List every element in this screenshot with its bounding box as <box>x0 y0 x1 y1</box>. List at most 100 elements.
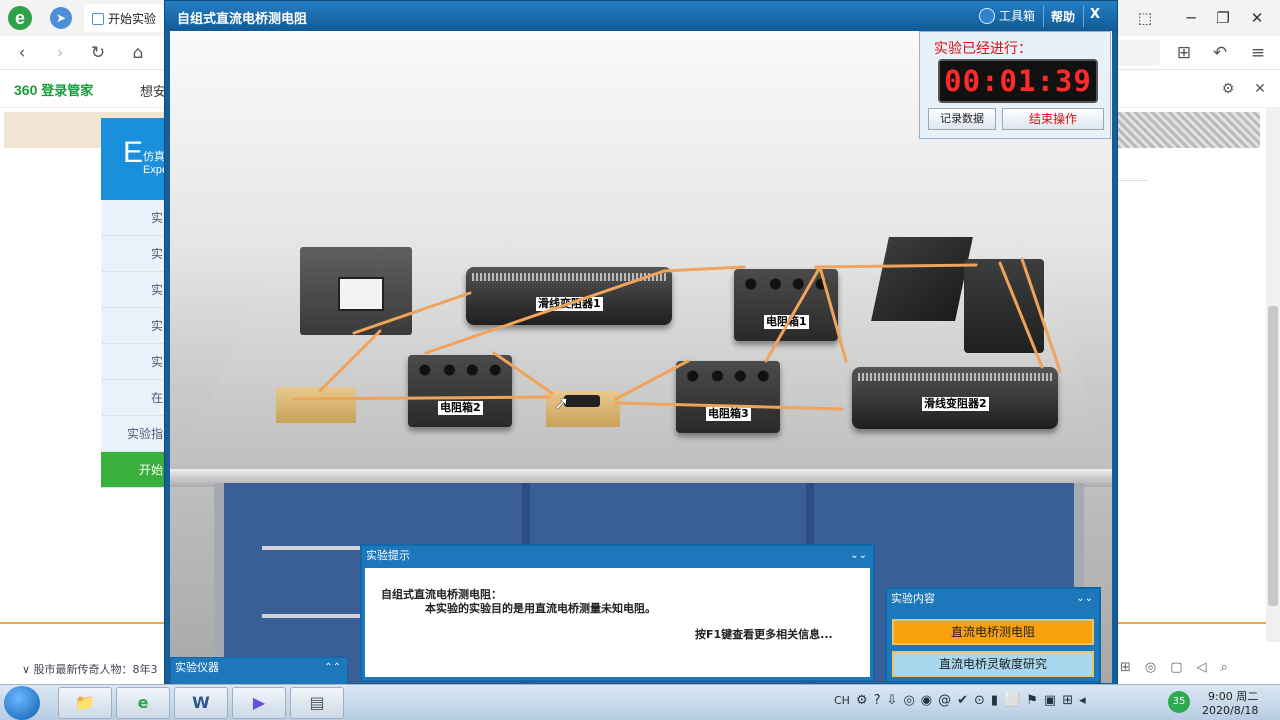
minimize-button[interactable]: ─ <box>1174 6 1208 30</box>
forward-button[interactable]: › <box>48 41 72 65</box>
hint-panel-header[interactable]: 实验提示 ⌄⌄ <box>362 546 873 566</box>
separator <box>1083 5 1084 27</box>
settings-gear-icon[interactable]: ⚙ <box>1216 77 1240 101</box>
resistor-box-2-label: 电阻箱2 <box>438 401 483 415</box>
site-logo: E 仿真 Expe <box>101 118 168 200</box>
timer-display: 00:01:39 <box>938 59 1098 103</box>
back-button[interactable]: ‹ <box>10 41 34 65</box>
mouse-cursor-icon: ➚ <box>554 393 570 414</box>
skin-icon[interactable]: ⬚ <box>1128 6 1162 30</box>
address-bar-fragment[interactable] <box>1118 40 1160 66</box>
resistor-box-1[interactable]: 电阻箱1 <box>734 269 838 341</box>
clock-time[interactable]: 9:00 周二 <box>1208 688 1258 704</box>
separator <box>1043 5 1044 27</box>
side-item-2[interactable]: 实 <box>101 236 165 272</box>
simulation-titlebar: 自组式直流电桥测电阻 工具箱 帮助 X <box>165 1 1117 31</box>
toolbox-label: 工具箱 <box>999 9 1036 23</box>
open-box[interactable] <box>871 237 973 321</box>
decade-knobs <box>742 275 830 293</box>
input-language[interactable]: CH <box>834 694 850 707</box>
hint-text: 本实验的实验目的是用直流电桥测量未知电阻。 <box>425 602 656 615</box>
collapse-chevron-icon[interactable]: ⌄⌄ <box>1076 589 1093 609</box>
switch-base[interactable] <box>276 387 356 423</box>
navigation-icon[interactable]: ➤ <box>50 7 72 29</box>
resistor-box-2[interactable]: 电阻箱2 <box>408 355 512 427</box>
clock-date[interactable]: 2020/8/18 <box>1202 704 1258 717</box>
taskbar-browser-icon[interactable]: e <box>116 687 170 719</box>
experiment-content-panel: 实验内容 ⌄⌄ 直流电桥测电阻 直流电桥灵敏度研究 <box>885 587 1101 683</box>
bookmark-item[interactable]: 想安 <box>140 81 166 100</box>
brand-login-label: 登录管家 <box>41 83 94 98</box>
ticker-chevron-icon: ∨ <box>22 663 34 676</box>
ticker-text: 股市最新传奇人物：8年3 <box>33 663 158 676</box>
side-item-1[interactable]: 实 <box>101 200 165 236</box>
start-button-icon[interactable] <box>4 686 40 720</box>
taskbar-word-icon[interactable]: W <box>174 687 228 719</box>
simulation-close-button[interactable]: X <box>1090 7 1100 22</box>
status-tools-icons[interactable]: ⊞◎▢◁⌕ <box>1120 660 1242 675</box>
reload-button[interactable]: ↻ <box>86 41 110 65</box>
rheostat-2-label: 滑线变阻器2 <box>922 397 989 411</box>
instrument-panel: 实验仪器 ⌃⌃ <box>170 657 348 685</box>
instrument-panel-header[interactable]: 实验仪器 ⌃⌃ <box>171 658 347 678</box>
divider <box>1118 180 1148 181</box>
timer-label: 实验已经进行： <box>934 41 1032 57</box>
resistor-box-3[interactable]: 电阻箱3 <box>676 361 780 433</box>
logo-text-top: 仿真 <box>143 151 165 163</box>
power-supply[interactable] <box>300 247 412 335</box>
side-item-5[interactable]: 实 <box>101 344 165 380</box>
brand-360[interactable]: 360 登录管家 <box>14 80 93 99</box>
close-bar-icon[interactable]: ✕ <box>1248 77 1272 101</box>
help-button[interactable]: 帮助 <box>1051 8 1075 25</box>
wire <box>662 265 746 273</box>
simulation-title: 自组式直流电桥测电阻 <box>177 12 308 27</box>
side-item-6[interactable]: 在 <box>101 380 165 416</box>
resistor-box-1-label: 电阻箱1 <box>764 315 809 329</box>
menu-icon[interactable]: ≡ <box>1246 41 1270 65</box>
rheostat-2[interactable]: 滑线变阻器2 <box>852 367 1058 429</box>
content-panel-header[interactable]: 实验内容 ⌄⌄ <box>887 589 1099 609</box>
taskbar-explorer-icon[interactable]: 📁 <box>58 687 112 719</box>
rheostat-1[interactable]: 滑线变阻器1 <box>466 267 672 325</box>
galvanometer[interactable] <box>964 259 1044 353</box>
apps-icon[interactable]: ⊞ <box>1172 41 1196 65</box>
content-item-bridge-sensitivity[interactable]: 直流电桥灵敏度研究 <box>892 651 1094 677</box>
maximize-button[interactable]: ❐ <box>1206 6 1240 30</box>
system-tray-icons[interactable]: ⚙?⇩◎◉@✔⊙▮⬜⚑▣⊞◂ <box>856 693 1092 708</box>
collapse-chevron-icon[interactable]: ⌄⌄ <box>850 546 867 566</box>
side-item-4[interactable]: 实 <box>101 308 165 344</box>
unknown-resistor <box>564 395 600 407</box>
brand-number: 360 <box>14 82 38 98</box>
news-ticker[interactable]: ∨ 股市最新传奇人物：8年3 <box>22 661 158 677</box>
content-item-bridge-resistance[interactable]: 直流电桥测电阻 <box>892 619 1094 645</box>
decade-knobs <box>416 361 504 379</box>
security-badge-icon[interactable]: 35 <box>1168 691 1190 713</box>
side-item-7[interactable]: 实验指 <box>101 416 165 452</box>
close-window-button[interactable]: ✕ <box>1240 6 1274 30</box>
end-operation-button[interactable]: 结束操作 <box>1002 108 1104 130</box>
instrument-panel-title: 实验仪器 <box>175 661 219 674</box>
hint-more-info: 按F1键查看更多相关信息... <box>695 628 833 641</box>
tab-start-experiment[interactable]: 开始实验 <box>84 4 164 32</box>
taskbar-simulation-icon[interactable]: ▤ <box>290 687 344 719</box>
undo-icon[interactable]: ↶ <box>1208 41 1232 65</box>
page-icon <box>92 13 104 25</box>
logo-letter: E <box>123 136 144 169</box>
toolbox-button[interactable]: 工具箱 <box>979 7 1035 24</box>
taskbar-video-icon[interactable]: ▶ <box>232 687 286 719</box>
simulation-window: 自组式直流电桥测电阻 工具箱 帮助 X 滑线变阻器1 电阻箱1 电阻箱2 电阻箱… <box>164 0 1118 686</box>
home-button[interactable]: ⌂ <box>126 41 150 65</box>
page-scroll-thumb[interactable] <box>1268 306 1278 606</box>
cabinet-handle <box>262 546 372 550</box>
browser-logo-icon[interactable]: e <box>8 6 32 30</box>
globe-icon <box>979 8 995 24</box>
record-data-button[interactable]: 记录数据 <box>928 108 996 130</box>
expand-chevron-icon[interactable]: ⌃⌃ <box>324 658 341 678</box>
banner-right <box>1118 112 1260 148</box>
side-item-3[interactable]: 实 <box>101 272 165 308</box>
hint-panel-title: 实验提示 <box>366 549 410 562</box>
side-item-start[interactable]: 开始 <box>101 452 165 488</box>
hint-panel-body: 自组式直流电桥测电阻： 本实验的实验目的是用直流电桥测量未知电阻。 按F1键查看… <box>365 568 870 677</box>
timer-panel: 实验已经进行： 00:01:39 记录数据 结束操作 <box>919 31 1111 139</box>
side-navigation: E 仿真 Expe 实 实 实 实 实 在 实验指 开始 <box>101 118 168 488</box>
